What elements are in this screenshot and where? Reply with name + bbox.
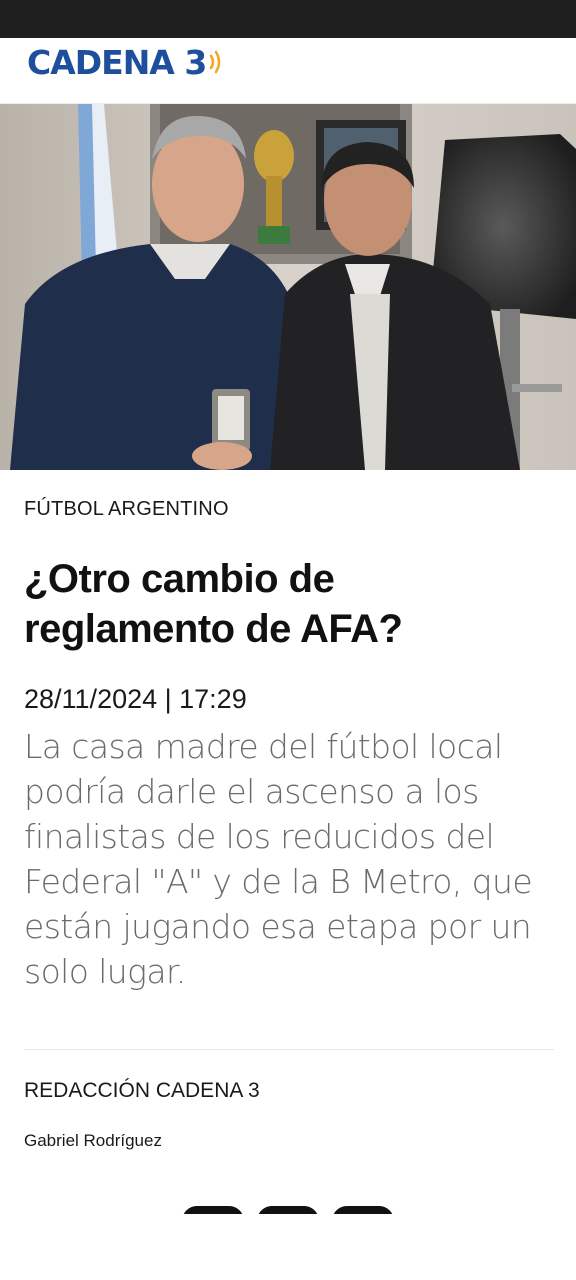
share-button-1[interactable] <box>182 1206 244 1214</box>
hero-photo <box>0 104 576 470</box>
radio-waves-icon <box>210 50 221 74</box>
article-title: ¿Otro cambio de reglamento de AFA? <box>24 557 403 651</box>
site-header: CADENA 3 <box>0 38 576 104</box>
share-button-3[interactable] <box>332 1206 394 1214</box>
byline-organization: REDACCIÓN CADENA 3 <box>24 1079 260 1102</box>
hero-image[interactable] <box>0 104 576 470</box>
logo-text: CADENA 3 <box>27 42 207 82</box>
byline-author[interactable]: Gabriel Rodríguez <box>24 1131 162 1151</box>
share-button-2[interactable] <box>257 1206 319 1214</box>
divider <box>24 1049 554 1050</box>
status-bar <box>0 0 576 38</box>
article-category[interactable]: FÚTBOL ARGENTINO <box>24 498 229 521</box>
article-datetime: 28/11/2024 | 17:29 <box>24 684 247 714</box>
article-summary: La casa madre del fútbol local podría da… <box>24 727 533 991</box>
cadena3-logo[interactable]: CADENA 3 <box>27 42 224 82</box>
share-buttons-row <box>0 1206 576 1214</box>
